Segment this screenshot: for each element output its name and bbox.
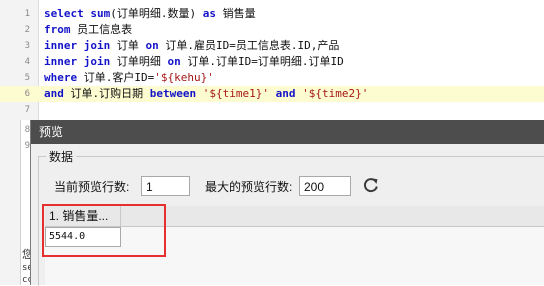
preview-dialog: 预览 数据 当前预览行数: 1 最大的预览行数: 200 1. 销售量... 5… (30, 120, 544, 286)
keyword: and (275, 87, 296, 100)
line-number: 3 (24, 41, 30, 51)
code-text: 订单 (116, 39, 139, 52)
current-rows-input[interactable]: 1 (141, 176, 190, 196)
string-literal: '${time2}' (302, 87, 369, 100)
code-text: 员工信息表 (77, 23, 133, 36)
line-number: 4 (24, 57, 30, 67)
code-line-3[interactable]: 3 inner join 订单 on 订单.雇员ID=员工信息表.ID,产品 (0, 38, 544, 54)
keyword: inner join (44, 55, 111, 68)
keyword: between (149, 87, 197, 100)
code-line-5[interactable]: 5 where 订单.客户ID='${kehu}' (0, 70, 544, 86)
keyword: from (44, 23, 71, 36)
keyword: inner join (44, 39, 111, 52)
code-text: 订单.订单ID=订单明细.订单ID (187, 55, 344, 68)
keyword: select (44, 7, 84, 20)
group-label: 数据 (46, 148, 77, 165)
sql-editor[interactable]: 1 select sum(订单明细.数量) as 销售量 2 from 员工信息… (0, 0, 544, 120)
dialog-title: 预览 (39, 125, 64, 139)
line-number: 5 (24, 73, 30, 83)
string-literal: '${time1}' (202, 87, 269, 100)
string-literal: '${kehu}' (154, 71, 214, 84)
keyword: and (44, 87, 64, 100)
code-text: 订单.订购日期 (70, 87, 144, 100)
code-text: 订单.雇员ID=员工信息表.ID,产品 (165, 39, 340, 52)
code-line-1[interactable]: 1 select sum(订单明细.数量) as 销售量 (0, 6, 544, 22)
code-text: 销售量 (222, 7, 256, 20)
max-rows-label: 最大的预览行数: (205, 180, 293, 194)
code-line-7[interactable]: 7 (0, 102, 544, 118)
line-number: 6 (24, 89, 30, 99)
keyword: sum (90, 7, 111, 20)
keyword: on (167, 55, 181, 68)
current-rows-label: 当前预览行数: (54, 180, 130, 194)
line-number: 8 (24, 125, 30, 135)
code-line-6[interactable]: 6 and 订单.订购日期 between '${time1}' and '${… (0, 86, 544, 102)
code-line-2[interactable]: 2 from 员工信息表 (0, 22, 544, 38)
code-text: 订单.客户ID= (83, 71, 155, 84)
keyword: where (44, 71, 78, 84)
line-number: 7 (24, 105, 30, 115)
code-text: (订单明细.数量) (110, 7, 197, 20)
highlight-annotation (42, 204, 166, 257)
max-rows-input[interactable]: 200 (299, 176, 351, 196)
line-number: 9 (24, 141, 30, 151)
keyword: on (145, 39, 159, 52)
keyword: as (202, 7, 216, 20)
line-number: 2 (24, 25, 30, 35)
dialog-titlebar[interactable]: 预览 (31, 120, 544, 144)
refresh-icon[interactable] (361, 175, 381, 195)
code-text: 订单明细 (116, 55, 161, 68)
code-line-4[interactable]: 4 inner join 订单明细 on 订单.订单ID=订单明细.订单ID (0, 54, 544, 70)
line-number: 1 (24, 9, 30, 19)
